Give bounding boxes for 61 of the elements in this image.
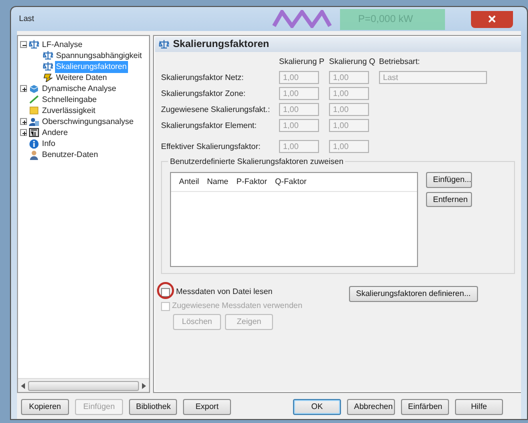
plus-icon[interactable] — [20, 118, 27, 125]
define-button[interactable]: Skalierungsfaktoren definieren... — [349, 286, 478, 302]
column-header: Anteil — [179, 176, 200, 188]
footer-button[interactable]: Hilfe — [455, 399, 503, 415]
tree-item[interactable]: Oberschwingungsanalyse — [41, 116, 135, 128]
column-header: Q-Faktor — [275, 176, 307, 188]
close-icon[interactable] — [488, 15, 496, 23]
tree-item[interactable]: Info — [41, 138, 56, 150]
column-header: Skalierung Q — [329, 56, 376, 68]
field-label: Zugewiesene Skalierungsfakt.: — [161, 104, 271, 116]
field-label: Skalierungsfaktor Netz: — [161, 72, 245, 84]
cube-icon — [29, 84, 39, 93]
checkbox[interactable] — [161, 288, 170, 296]
tree-item[interactable]: Andere — [41, 126, 69, 138]
field-label: Effektiver Skalierungsfaktor: — [161, 140, 262, 152]
footer-button[interactable]: Kopieren — [21, 399, 69, 415]
lightning-icon — [43, 73, 53, 82]
column-header: Betriebsart: — [379, 56, 421, 68]
footer-button[interactable]: Export — [183, 399, 231, 415]
plus-icon[interactable] — [20, 129, 27, 136]
tree-item[interactable]: LF-Analyse — [41, 38, 84, 50]
footer-button[interactable]: Abbrechen — [347, 399, 395, 415]
footer-button[interactable]: OK — [293, 399, 341, 415]
column-header: P-Faktor — [236, 176, 268, 188]
tree-item[interactable]: Schnelleingabe — [41, 94, 98, 106]
tree-item[interactable]: Spannungsabhängigkeit — [55, 50, 143, 62]
horizontal-scrollbar[interactable] — [18, 378, 149, 392]
people-icon — [29, 117, 39, 126]
tree-item[interactable]: Zuverlässigkeit — [41, 104, 96, 116]
scale-icon — [159, 40, 169, 49]
checkbox-label: Zugewiesene Messdaten verwenden — [172, 300, 302, 312]
scale-icon — [29, 40, 39, 49]
tree-item[interactable]: Dynamische Analyse — [41, 82, 118, 94]
scroll-right-icon[interactable] — [141, 382, 146, 389]
checkbox-label: Messdaten von Datei lesen — [176, 286, 272, 298]
list-view[interactable]: Anteil Name P-Faktor Q-Faktor — [170, 172, 418, 267]
tree-item[interactable]: Weitere Daten — [55, 72, 108, 84]
minus-icon[interactable] — [20, 41, 27, 48]
column-header: Name — [207, 176, 228, 188]
line-icon — [29, 95, 39, 104]
footer-button[interactable]: Bibliothek — [129, 399, 177, 415]
list-button[interactable]: Entfernen — [426, 192, 472, 208]
scroll-left-icon[interactable] — [21, 382, 26, 389]
grid-icon — [29, 128, 39, 137]
note-icon — [29, 106, 39, 115]
footer-button[interactable]: Einfärben — [401, 399, 449, 415]
plus-icon[interactable] — [20, 85, 27, 92]
list-button[interactable]: Einfügen... — [426, 172, 472, 188]
person-icon — [29, 150, 39, 160]
field-label: Skalierungsfaktor Zone: — [161, 88, 246, 100]
group-title: Benutzerdefinierte Skalierungsfaktoren zuweisen — [168, 156, 346, 168]
scale-icon — [43, 62, 53, 71]
scale-icon — [43, 51, 53, 60]
info-icon — [29, 138, 39, 148]
wave-drawing — [272, 10, 332, 28]
column-header: Skalierung P — [279, 56, 326, 68]
panel-title: Skalierungsfaktoren — [173, 38, 270, 52]
tree-item[interactable]: Benutzer-Daten — [41, 148, 100, 160]
field-label: Skalierungsfaktor Element: — [161, 120, 258, 132]
window-title: Last — [19, 13, 34, 25]
close-button[interactable] — [471, 10, 513, 28]
